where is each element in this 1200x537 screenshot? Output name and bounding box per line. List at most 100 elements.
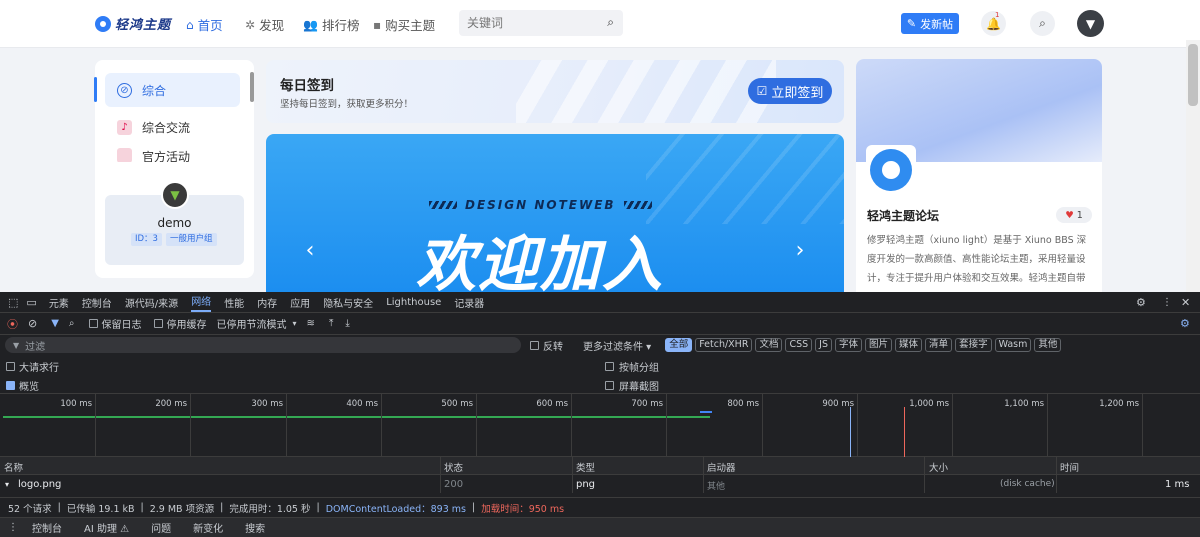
nav-discover[interactable]: ✲ 发现 bbox=[245, 15, 284, 34]
devtools-tabbar: ⬚ ▭ 元素 控制台 源代码/来源 网络 性能 内存 应用 隐私与安全 Ligh… bbox=[0, 292, 1200, 313]
group-by-frame-checkbox[interactable] bbox=[605, 361, 614, 371]
col-size[interactable]: 大小 bbox=[929, 460, 948, 474]
timeline-tick-label: 900 ms bbox=[822, 399, 854, 409]
nav-ranking[interactable]: 👥 排行榜 bbox=[303, 15, 359, 34]
sidebar-item-discussion[interactable]: ♪ 综合交流 bbox=[105, 110, 240, 144]
timeline-tick-label: 800 ms bbox=[727, 399, 759, 409]
table-row[interactable]: ▾ logo.png 200 png 其他 (disk cache) 1 ms bbox=[0, 476, 1200, 493]
expand-icon[interactable]: ▾ bbox=[5, 480, 9, 489]
new-post-label: 发新帖 bbox=[920, 17, 954, 31]
dcl-marker bbox=[850, 407, 851, 457]
preserve-log-checkbox[interactable] bbox=[88, 319, 98, 328]
notification-button[interactable]: 🔔 1 bbox=[981, 11, 1006, 36]
col-status[interactable]: 状态 bbox=[444, 460, 463, 474]
user-avatar[interactable]: ▼ bbox=[1077, 10, 1104, 37]
tab-network[interactable]: 网络 bbox=[191, 293, 212, 312]
sidebar-item-events[interactable]: 官方活动 bbox=[105, 148, 240, 162]
chip-socket[interactable]: 套接字 bbox=[955, 338, 992, 352]
sidebar-item-general[interactable]: ⊘ 综合 bbox=[105, 73, 240, 107]
chip-doc[interactable]: 文档 bbox=[755, 338, 783, 352]
tab-sources[interactable]: 源代码/来源 bbox=[125, 295, 178, 310]
carousel-prev-icon[interactable]: ‹ bbox=[298, 238, 322, 263]
row-name: logo.png bbox=[18, 479, 62, 490]
disable-cache-checkbox[interactable] bbox=[153, 319, 163, 328]
page-scrollbar-thumb[interactable] bbox=[1188, 44, 1198, 106]
col-type[interactable]: 类型 bbox=[576, 460, 595, 474]
tab-elements[interactable]: 元素 bbox=[49, 295, 69, 310]
tab-recorder[interactable]: 记录器 bbox=[454, 295, 484, 310]
network-settings-icon[interactable]: ⚙ bbox=[1180, 317, 1190, 330]
nav-home[interactable]: ⌂ 首页 bbox=[186, 15, 223, 34]
chip-all[interactable]: 全部 bbox=[665, 338, 693, 352]
chip-fetch[interactable]: Fetch/XHR bbox=[695, 338, 753, 352]
more-icon[interactable]: ⋮ bbox=[1162, 297, 1172, 308]
clear-icon[interactable]: ⊘ bbox=[28, 317, 37, 330]
drawer-tab-ai[interactable]: AI 助理 ⚠ bbox=[84, 520, 129, 535]
user-name: demo bbox=[157, 216, 192, 230]
device-toggle-icon[interactable]: ▭ bbox=[26, 296, 36, 309]
invert-label: 反转 bbox=[543, 341, 563, 353]
chevron-down-icon[interactable]: ▾ bbox=[293, 319, 297, 328]
record-icon[interactable]: ⦿ bbox=[7, 316, 18, 332]
search-icon[interactable]: ⌕ bbox=[69, 318, 75, 329]
chip-img[interactable]: 图片 bbox=[865, 338, 893, 352]
sidebar-scrollbar[interactable] bbox=[250, 72, 254, 102]
chip-manifest[interactable]: 清单 bbox=[925, 338, 953, 352]
logo-text: 轻鸿主题 bbox=[115, 18, 172, 33]
like-button[interactable]: ♥ 1 bbox=[1056, 207, 1092, 223]
chip-css[interactable]: CSS bbox=[785, 338, 813, 352]
chip-wasm[interactable]: Wasm bbox=[994, 338, 1032, 352]
drawer-menu-icon[interactable]: ⋮ bbox=[8, 522, 18, 533]
invert-checkbox[interactable] bbox=[530, 340, 539, 350]
nav-buy-theme[interactable]: ▪ 购买主题 bbox=[373, 15, 435, 34]
col-initiator[interactable]: 启动器 bbox=[707, 460, 736, 474]
big-rows-checkbox[interactable] bbox=[6, 361, 15, 371]
screenshots-checkbox[interactable] bbox=[605, 380, 614, 390]
drawer-tab-issues[interactable]: 问题 bbox=[151, 520, 171, 535]
row-initiator: 其他 bbox=[707, 482, 726, 492]
timeline-gridline bbox=[381, 394, 382, 458]
overview-checkbox[interactable] bbox=[6, 380, 15, 390]
tab-memory[interactable]: 内存 bbox=[257, 295, 277, 310]
chip-js[interactable]: JS bbox=[815, 338, 832, 352]
hatch-decoration bbox=[623, 201, 652, 209]
more-filters-dropdown[interactable]: 更多过滤条件 ▾ bbox=[583, 338, 651, 353]
tab-console[interactable]: 控制台 bbox=[82, 295, 112, 310]
chip-other[interactable]: 其他 bbox=[1034, 338, 1062, 352]
tab-application[interactable]: 应用 bbox=[290, 295, 310, 310]
filter-icon[interactable]: ▼ bbox=[51, 318, 59, 329]
wifi-icon[interactable]: ≋ bbox=[307, 318, 315, 329]
download-icon[interactable]: ⤓ bbox=[345, 318, 349, 329]
filter-input[interactable]: ▼ 过滤 bbox=[5, 337, 521, 353]
search-toggle-button[interactable]: ⌕ bbox=[1030, 11, 1055, 36]
bag-icon: ▪ bbox=[373, 17, 382, 32]
site-logo[interactable]: 轻鸿主题 bbox=[95, 14, 171, 33]
close-icon[interactable]: ✕ bbox=[1181, 296, 1190, 309]
timeline-gridline bbox=[190, 394, 191, 458]
new-post-button[interactable]: ✎ 发新帖 bbox=[901, 13, 959, 34]
options-row-1: 大请求行 按帧分组 bbox=[0, 359, 1200, 374]
banner-headline: 欢迎加入 bbox=[416, 230, 664, 292]
drawer-tab-console[interactable]: 控制台 bbox=[32, 520, 62, 535]
chip-font[interactable]: 字体 bbox=[835, 338, 863, 352]
settings-icon[interactable]: ⚙ bbox=[1136, 296, 1146, 309]
tab-performance[interactable]: 性能 bbox=[224, 295, 244, 310]
welcome-banner[interactable]: DESIGN NOTEWEB 欢迎加入 ‹ › bbox=[266, 134, 844, 292]
drawer-tab-whats-new[interactable]: 新变化 bbox=[193, 520, 223, 535]
drawer-tab-search[interactable]: 搜索 bbox=[245, 520, 265, 535]
chip-media[interactable]: 媒体 bbox=[895, 338, 923, 352]
tab-lighthouse[interactable]: Lighthouse bbox=[386, 297, 441, 308]
inspect-icon[interactable]: ⬚ bbox=[8, 296, 18, 309]
signin-button[interactable]: ☑ 立即签到 bbox=[748, 78, 832, 104]
col-name[interactable]: 名称 bbox=[4, 460, 23, 474]
user-card-avatar[interactable]: ▼ bbox=[161, 181, 189, 209]
upload-icon[interactable]: ⤒ bbox=[329, 318, 333, 329]
tab-privacy[interactable]: 隐私与安全 bbox=[323, 295, 373, 310]
search-input[interactable] bbox=[459, 10, 589, 36]
network-overview-timeline[interactable]: 100 ms 200 ms 300 ms 400 ms 500 ms 600 ms 700 … bbox=[0, 393, 1200, 458]
throttle-select[interactable]: 已停用节流模式 bbox=[217, 316, 287, 331]
carousel-next-icon[interactable]: › bbox=[788, 238, 812, 263]
timeline-tick-label: 400 ms bbox=[346, 399, 378, 409]
col-time[interactable]: 时间 bbox=[1060, 460, 1079, 474]
search-icon[interactable]: ⌕ bbox=[607, 15, 614, 30]
